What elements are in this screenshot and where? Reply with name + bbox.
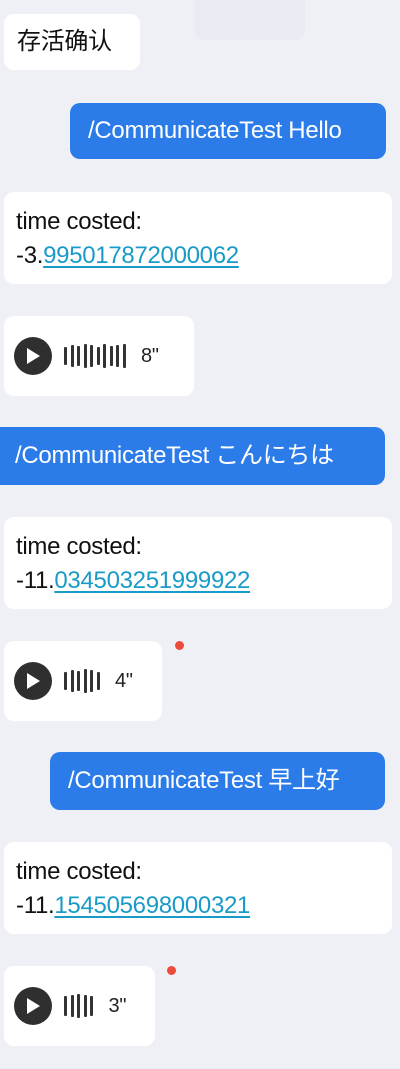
message-text: /CommunicateTest こんにちは bbox=[15, 442, 334, 469]
number-link[interactable]: 995017872000062 bbox=[43, 242, 239, 269]
voice-duration: 4" bbox=[115, 670, 133, 692]
outgoing-message-bubble[interactable]: /CommunicateTest こんにちは bbox=[0, 427, 385, 485]
play-icon[interactable] bbox=[14, 987, 52, 1025]
outgoing-message-bubble[interactable]: /CommunicateTest 早上好 bbox=[50, 752, 385, 810]
incoming-message-bubble[interactable]: time costed: -11.034503251999922 bbox=[4, 517, 392, 609]
message-text: /CommunicateTest Hello bbox=[88, 117, 342, 144]
unread-dot bbox=[175, 641, 184, 650]
incoming-message-bubble[interactable]: 存活确认 bbox=[4, 14, 140, 70]
voice-message-bubble[interactable]: 8" bbox=[4, 316, 194, 396]
incoming-message-bubble[interactable]: time costed: -3.995017872000062 bbox=[4, 192, 392, 284]
message-text-line: time costed: bbox=[16, 208, 142, 235]
number-link[interactable]: 154505698000321 bbox=[54, 892, 250, 919]
time-value-prefix: -3. bbox=[16, 242, 44, 269]
voice-message-bubble[interactable]: 3" bbox=[4, 966, 155, 1046]
voice-duration: 8" bbox=[141, 345, 159, 367]
message-text: /CommunicateTest 早上好 bbox=[68, 767, 340, 794]
number-link[interactable]: 034503251999922 bbox=[54, 567, 250, 594]
time-value-prefix: -11. bbox=[16, 567, 55, 594]
background-decoration bbox=[195, 0, 305, 40]
voice-duration: 3" bbox=[108, 995, 127, 1017]
message-text-line: -11.154505698000321 bbox=[16, 889, 392, 923]
play-icon[interactable] bbox=[14, 662, 52, 700]
voice-waveform-icon bbox=[64, 993, 97, 1019]
message-text: 存活确认 bbox=[17, 28, 112, 55]
chat-view[interactable]: 存活确认 /CommunicateTest Hello time costed:… bbox=[0, 0, 400, 1069]
voice-message-bubble[interactable]: 4" bbox=[4, 641, 162, 721]
voice-waveform-icon bbox=[64, 343, 129, 369]
message-text-line: time costed: bbox=[16, 533, 142, 560]
message-text-line: -11.034503251999922 bbox=[16, 564, 392, 598]
incoming-message-bubble[interactable]: time costed: -11.154505698000321 bbox=[4, 842, 392, 934]
time-value-prefix: -11. bbox=[16, 892, 55, 919]
message-text-line: time costed: bbox=[16, 858, 142, 885]
outgoing-message-bubble[interactable]: /CommunicateTest Hello bbox=[70, 103, 386, 159]
message-text-line: -3.995017872000062 bbox=[16, 239, 392, 273]
unread-dot bbox=[167, 966, 176, 975]
play-icon[interactable] bbox=[14, 337, 52, 375]
voice-waveform-icon bbox=[64, 668, 103, 694]
